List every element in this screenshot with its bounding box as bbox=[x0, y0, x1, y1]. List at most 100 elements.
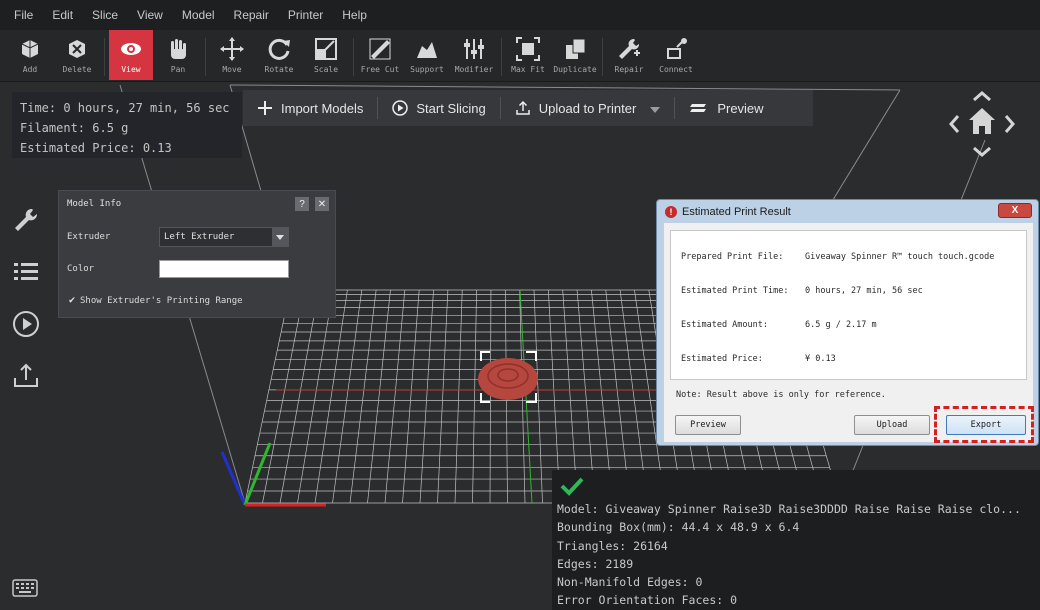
color-label: Color bbox=[67, 264, 95, 274]
start-slicing-button[interactable]: Start Slicing bbox=[378, 90, 499, 126]
toolbar-modifier-button[interactable]: Modifier bbox=[452, 30, 496, 80]
axis-y bbox=[243, 442, 272, 506]
preview-button[interactable]: Preview bbox=[675, 90, 777, 126]
toolbar-pan-button[interactable]: Pan bbox=[156, 30, 200, 80]
extruder-label: Extruder bbox=[67, 232, 111, 242]
toolbar-support-button[interactable]: Support bbox=[405, 30, 449, 80]
dialog-note: Note: Result above is only for reference… bbox=[676, 390, 886, 400]
toolbar-max-fit-button[interactable]: Max Fit bbox=[506, 30, 550, 80]
print-stats-panel: Time: 0 hours, 27 min, 56 sec Filament: … bbox=[12, 92, 242, 158]
result-row: Estimated Print Time: 0 hours, 27 min, 56… bbox=[681, 286, 923, 296]
axis-z bbox=[220, 451, 247, 506]
toolbar-repair-button[interactable]: Repair bbox=[607, 30, 651, 80]
model-name: Model: Giveaway Spinner Raise3D Raise3DD… bbox=[557, 502, 1021, 516]
estimated-price: Estimated Price: 0.13 bbox=[20, 141, 172, 155]
show-printing-range-checkbox[interactable]: ✔ Show Extruder's Printing Range bbox=[67, 296, 242, 306]
repair-icon bbox=[616, 36, 642, 62]
menu-slice[interactable]: Slice bbox=[86, 8, 131, 22]
result-row: Estimated Amount: 6.5 g / 2.17 m bbox=[681, 320, 877, 330]
move-icon bbox=[219, 36, 245, 62]
view-right-arrow-icon[interactable] bbox=[1004, 115, 1015, 133]
result-row: Estimated Price: ¥ 0.13 bbox=[681, 354, 836, 364]
view-up-arrow-icon[interactable] bbox=[973, 91, 991, 102]
eye-icon bbox=[118, 36, 144, 62]
main-toolbar: Add Delete View Pan Move Rotate Scale Free Cut S… bbox=[0, 30, 1040, 82]
toolbar-separator bbox=[104, 38, 105, 76]
view-navigator bbox=[944, 86, 1020, 162]
add-model-icon bbox=[17, 36, 43, 62]
toolbar-add-button[interactable]: Add bbox=[8, 30, 52, 80]
result-row: Prepared Print File: Giveaway Spinner R™ … bbox=[681, 252, 995, 262]
view-down-arrow-icon[interactable] bbox=[973, 146, 991, 157]
toolbar-delete-button[interactable]: Delete bbox=[55, 30, 99, 80]
play-circle-icon bbox=[392, 100, 409, 116]
menu-repair[interactable]: Repair bbox=[228, 8, 282, 22]
toolbar-label: View bbox=[121, 65, 141, 74]
connect-icon bbox=[663, 36, 689, 62]
toolbar-label: Add bbox=[22, 65, 38, 74]
results-box: Prepared Print File: Giveaway Spinner R™ … bbox=[670, 230, 1027, 380]
menu-model[interactable]: Model bbox=[176, 8, 228, 22]
help-button[interactable]: ? bbox=[295, 197, 309, 211]
dialog-upload-button[interactable]: Upload bbox=[854, 415, 930, 435]
wrench-icon[interactable] bbox=[10, 204, 42, 236]
color-picker[interactable] bbox=[159, 260, 289, 278]
chevron-down-icon[interactable] bbox=[650, 101, 661, 116]
check-icon bbox=[560, 476, 584, 500]
menu-edit[interactable]: Edit bbox=[46, 8, 86, 22]
non-manifold-edges: Non-Manifold Edges: 0 bbox=[557, 575, 703, 589]
upload-icon bbox=[515, 100, 531, 116]
view-left-arrow-icon[interactable] bbox=[949, 115, 960, 133]
toolbar-label: Duplicate bbox=[553, 65, 597, 74]
rotate-icon bbox=[266, 36, 292, 62]
modifier-icon bbox=[461, 36, 487, 62]
menu-printer[interactable]: Printer bbox=[282, 8, 336, 22]
toolbar-label: Move bbox=[222, 65, 242, 74]
delete-model-icon bbox=[64, 36, 90, 62]
preview-icon bbox=[689, 100, 709, 116]
toolbar-label: Rotate bbox=[264, 65, 294, 74]
model-info-title: Model Info bbox=[67, 199, 122, 209]
extruder-select[interactable]: Left Extruder bbox=[159, 227, 289, 247]
toolbar-label: Repair bbox=[614, 65, 644, 74]
chevron-down-icon bbox=[272, 228, 288, 246]
checkmark-icon: ✔ bbox=[68, 296, 76, 306]
home-view-icon[interactable] bbox=[969, 108, 995, 134]
toolbar-rotate-button[interactable]: Rotate bbox=[257, 30, 301, 80]
scale-icon bbox=[313, 36, 339, 62]
upload-to-printer-button[interactable]: Upload to Printer bbox=[501, 90, 675, 126]
upload-icon[interactable] bbox=[10, 360, 42, 392]
dialog-preview-button[interactable]: Preview bbox=[675, 415, 741, 435]
support-icon bbox=[414, 36, 440, 62]
plus-icon bbox=[257, 100, 273, 116]
cut-icon bbox=[367, 36, 393, 62]
toolbar-separator bbox=[205, 38, 206, 76]
dialog-close-button[interactable]: X bbox=[998, 203, 1032, 218]
hand-icon bbox=[165, 36, 191, 62]
toolbar-duplicate-button[interactable]: Duplicate bbox=[553, 30, 597, 80]
toolbar-label: Modifier bbox=[454, 65, 494, 74]
toolbar-label: Pan bbox=[170, 65, 186, 74]
toolbar-label: Support bbox=[410, 65, 444, 74]
error-icon: ! bbox=[665, 206, 677, 218]
toolbar-label: Max Fit bbox=[511, 65, 545, 74]
toolbar-separator bbox=[353, 38, 354, 76]
toolbar-connect-button[interactable]: Connect bbox=[654, 30, 698, 80]
menu-help[interactable]: Help bbox=[336, 8, 380, 22]
menu-file[interactable]: File bbox=[8, 8, 46, 22]
toolbar-free-cut-button[interactable]: Free Cut bbox=[358, 30, 402, 80]
edge-count: Edges: 2189 bbox=[557, 557, 634, 571]
toolbar-view-button[interactable]: View bbox=[109, 30, 153, 80]
toolbar-separator bbox=[501, 38, 502, 76]
close-panel-button[interactable]: ✕ bbox=[315, 197, 329, 211]
toolbar-move-button[interactable]: Move bbox=[210, 30, 254, 80]
play-circle-icon[interactable] bbox=[10, 308, 42, 340]
import-models-button[interactable]: Import Models bbox=[243, 90, 377, 126]
model-info-panel: Model Info ? ✕ Extruder Left Extruder Co… bbox=[58, 190, 336, 318]
error-orientation-faces: Error Orientation Faces: 0 bbox=[557, 593, 738, 607]
menu-view[interactable]: View bbox=[131, 8, 176, 22]
toolbar-label: Free Cut bbox=[360, 65, 400, 74]
keyboard-icon[interactable] bbox=[12, 578, 38, 602]
toolbar-scale-button[interactable]: Scale bbox=[304, 30, 348, 80]
list-icon[interactable] bbox=[10, 256, 42, 288]
